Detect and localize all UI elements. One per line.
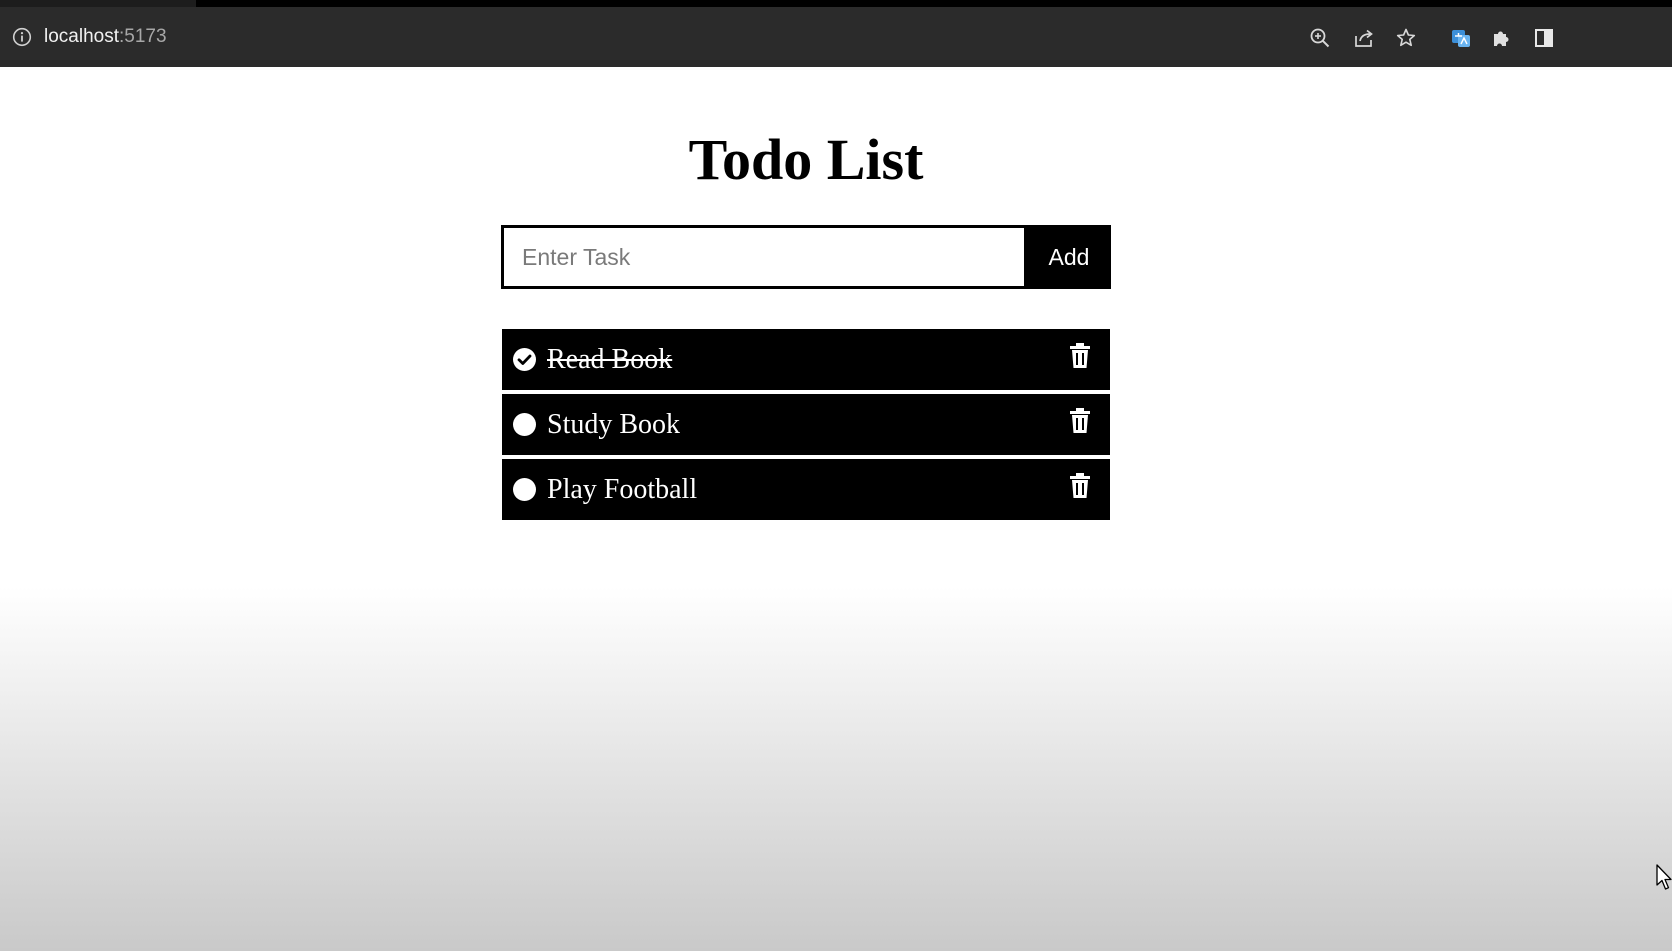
zoom-icon[interactable] bbox=[1307, 25, 1333, 51]
todo-item-study-book: Study Book bbox=[502, 394, 1110, 455]
trash-icon[interactable] bbox=[1068, 472, 1092, 500]
page-content: Todo List Add Read Book bbox=[0, 67, 1672, 951]
bookmark-star-icon[interactable] bbox=[1393, 25, 1419, 51]
todo-item-play-football: Play Football bbox=[502, 459, 1110, 520]
browser-address-bar: localhost:5173 bbox=[0, 7, 1672, 71]
extensions-puzzle-icon[interactable] bbox=[1489, 25, 1515, 51]
page-title: Todo List bbox=[688, 127, 924, 192]
unchecked-circle-icon[interactable] bbox=[512, 412, 537, 437]
task-input[interactable] bbox=[501, 225, 1027, 289]
side-panel-icon[interactable] bbox=[1531, 25, 1557, 51]
info-icon[interactable] bbox=[12, 27, 32, 47]
add-button[interactable]: Add bbox=[1027, 225, 1111, 289]
todo-item-text[interactable]: Study Book bbox=[547, 408, 680, 442]
translate-extension-icon[interactable] bbox=[1448, 25, 1474, 51]
todo-list: Read Book Study Book Play Football bbox=[502, 329, 1110, 524]
browser-tab-strip bbox=[0, 0, 1672, 7]
todo-item-text[interactable]: Play Football bbox=[547, 473, 697, 507]
todo-item-text[interactable]: Read Book bbox=[547, 343, 672, 377]
browser-tab-shape bbox=[196, 0, 1672, 7]
mouse-pointer-icon bbox=[1656, 864, 1672, 892]
checked-circle-icon[interactable] bbox=[512, 347, 537, 372]
share-icon[interactable] bbox=[1351, 25, 1377, 51]
unchecked-circle-icon[interactable] bbox=[512, 477, 537, 502]
trash-icon[interactable] bbox=[1068, 407, 1092, 435]
todo-item-read-book: Read Book bbox=[502, 329, 1110, 390]
url-port: :5173 bbox=[119, 26, 167, 47]
url-host: localhost bbox=[44, 26, 119, 47]
trash-icon[interactable] bbox=[1068, 342, 1092, 370]
url-field[interactable]: localhost:5173 bbox=[44, 25, 167, 49]
